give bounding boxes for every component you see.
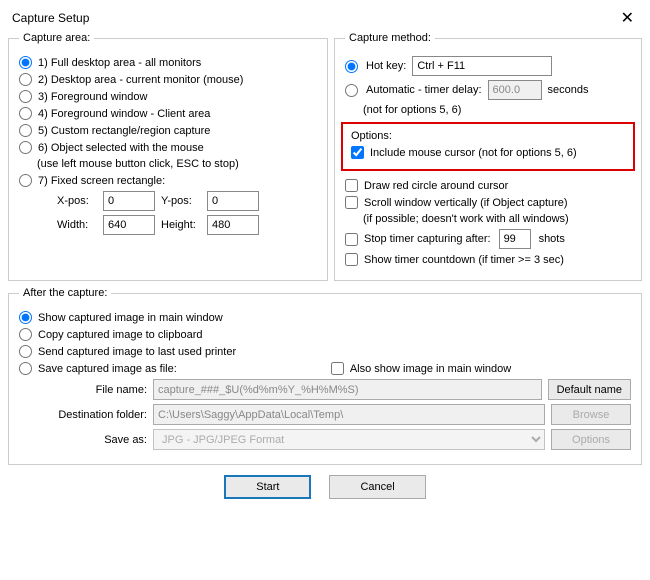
radio-copy-clipboard[interactable] [19, 328, 32, 341]
check-include-cursor[interactable] [351, 146, 364, 159]
check-show-countdown[interactable] [345, 253, 358, 266]
capture-method-legend: Capture method: [345, 32, 435, 44]
width-input[interactable] [103, 215, 155, 235]
start-button[interactable]: Start [224, 475, 311, 499]
cancel-button[interactable]: Cancel [329, 475, 425, 499]
shots-input[interactable] [499, 229, 531, 249]
radio-automatic-timer[interactable] [345, 84, 358, 97]
radio-save-file[interactable] [19, 362, 32, 375]
titlebar: Capture Setup ✕ [0, 0, 650, 32]
width-label: Width: [57, 219, 97, 231]
filename-input[interactable] [153, 379, 542, 400]
options-highlight: Options: Include mouse cursor (not for o… [341, 122, 635, 171]
radio-custom-rectangle[interactable] [19, 124, 32, 137]
after-capture-legend: After the capture: [19, 287, 111, 299]
hotkey-input[interactable] [412, 56, 552, 76]
options-button[interactable]: Options [551, 429, 631, 450]
check-stop-timer[interactable] [345, 233, 358, 246]
xpos-label: X-pos: [57, 195, 97, 207]
check-scroll-window[interactable] [345, 196, 358, 209]
browse-button[interactable]: Browse [551, 404, 631, 425]
dest-folder-input[interactable] [153, 404, 545, 425]
save-as-label: Save as: [47, 434, 147, 446]
capture-area-group: Capture area: 1) Full desktop area - all… [8, 32, 328, 281]
radio-send-printer[interactable] [19, 345, 32, 358]
radio-full-desktop[interactable] [19, 56, 32, 69]
radio-fixed-rectangle[interactable] [19, 174, 32, 187]
radio-hotkey[interactable] [345, 60, 358, 73]
close-icon[interactable]: ✕ [617, 8, 638, 28]
capture-area-legend: Capture area: [19, 32, 94, 44]
radio-current-monitor[interactable] [19, 73, 32, 86]
window-title: Capture Setup [12, 11, 89, 25]
ypos-input[interactable] [207, 191, 259, 211]
ypos-label: Y-pos: [161, 195, 201, 207]
default-name-button[interactable]: Default name [548, 379, 631, 400]
radio-show-main[interactable] [19, 311, 32, 324]
height-label: Height: [161, 219, 201, 231]
radio-object-selected[interactable] [19, 141, 32, 154]
radio-foreground-client[interactable] [19, 107, 32, 120]
radio-foreground-window[interactable] [19, 90, 32, 103]
save-as-select[interactable]: JPG - JPG/JPEG Format [153, 429, 545, 450]
xpos-input[interactable] [103, 191, 155, 211]
filename-label: File name: [47, 384, 147, 396]
capture-method-group: Capture method: Hot key: Automatic - tim… [334, 32, 642, 281]
options-label: Options: [351, 130, 625, 142]
timer-delay-input[interactable] [488, 80, 542, 100]
height-input[interactable] [207, 215, 259, 235]
check-draw-circle[interactable] [345, 179, 358, 192]
after-capture-group: After the capture: Show captured image i… [8, 287, 642, 465]
dest-folder-label: Destination folder: [47, 409, 147, 421]
check-also-show[interactable] [331, 362, 344, 375]
